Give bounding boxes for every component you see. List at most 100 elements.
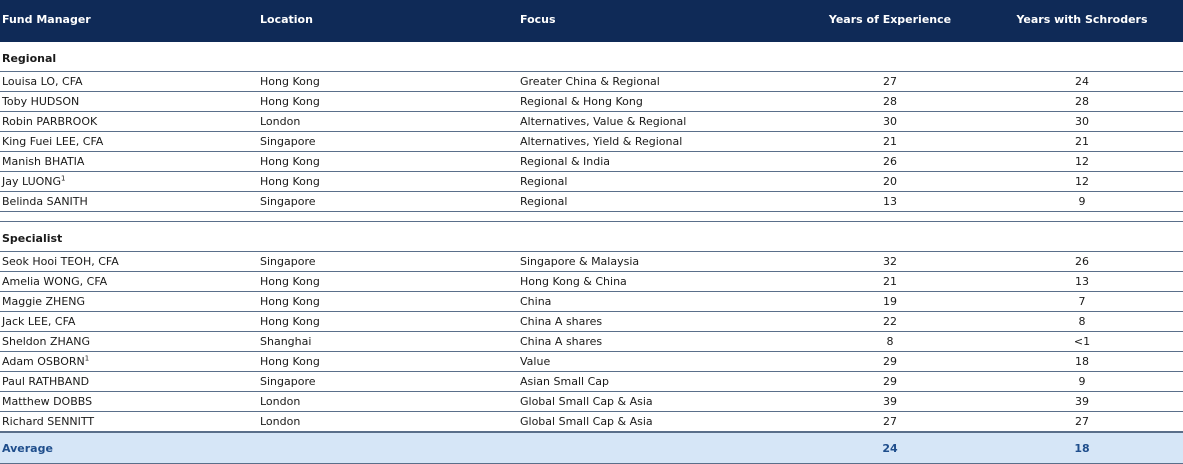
focus-cell: Hong Kong & China: [520, 275, 627, 288]
fund-manager-name: King Fuei LEE, CFA: [2, 135, 104, 148]
years-schroders-cell: 13: [1075, 275, 1089, 288]
years-experience-cell: 20: [883, 175, 897, 188]
average-label: Average: [2, 442, 53, 455]
focus-cell: Asian Small Cap: [520, 375, 609, 388]
location-cell: Singapore: [260, 135, 316, 148]
focus-cell: Regional: [520, 195, 568, 208]
header-focus: Focus: [520, 13, 556, 26]
years-schroders-cell: 24: [1075, 75, 1089, 88]
location-cell: Singapore: [260, 375, 316, 388]
fund-manager-cell: Matthew DOBBS: [2, 395, 92, 408]
fund-manager-name: Amelia WONG, CFA: [2, 275, 108, 288]
focus-cell: Alternatives, Yield & Regional: [520, 135, 683, 148]
table-row: Jay LUONG1 Hong Kong Regional 20 12: [0, 172, 1183, 192]
fund-manager-cell: Robin PARBROOK: [2, 115, 97, 128]
fund-manager-name: Manish BHATIA: [2, 155, 85, 168]
table-row: Toby HUDSON Hong Kong Regional & Hong Kong…: [0, 92, 1183, 112]
average-experience: 24: [882, 442, 898, 455]
fund-manager-name: Louisa LO, CFA: [2, 75, 83, 88]
years-experience-cell: 19: [883, 295, 897, 308]
table-row: Matthew DOBBS London Global Small Cap & As…: [0, 392, 1183, 412]
fund-manager-name: Jack LEE, CFA: [2, 315, 76, 328]
table-row: Seok Hooi TEOH, CFA Singapore Singapore & …: [0, 252, 1183, 272]
years-experience-cell: 29: [883, 355, 897, 368]
focus-cell: Global Small Cap & Asia: [520, 415, 653, 428]
section-title: Regional: [2, 52, 57, 65]
section-header-row: Regional: [0, 42, 1183, 72]
years-schroders-cell: 9: [1078, 195, 1086, 208]
focus-cell: Greater China & Regional: [520, 75, 660, 88]
fund-manager-cell: Maggie ZHENG: [2, 295, 85, 308]
focus-cell: Value: [520, 355, 551, 368]
years-schroders-cell: 12: [1075, 155, 1089, 168]
table-body: Regional Louisa LO, CFA Hong Kong Greater C…: [0, 42, 1183, 432]
table-row: Adam OSBORN1 Hong Kong Value 29 18: [0, 352, 1183, 372]
location-cell: Hong Kong: [260, 95, 320, 108]
table-row: Richard SENNITT London Global Small Cap & …: [0, 412, 1183, 432]
location-cell: Singapore: [260, 195, 316, 208]
fund-manager-cell: Jack LEE, CFA: [2, 315, 75, 328]
fund-manager-cell: Jay LUONG1: [2, 175, 66, 188]
fund-manager-table: Fund Manager Location Focus Years of Exp…: [0, 0, 1183, 464]
table-row: Belinda SANITH Singapore Regional 13 9: [0, 192, 1183, 212]
average-row: Average 24 18: [0, 432, 1183, 464]
location-cell: Hong Kong: [260, 295, 320, 308]
fund-manager-cell: King Fuei LEE, CFA: [2, 135, 103, 148]
focus-cell: Global Small Cap & Asia: [520, 395, 653, 408]
years-schroders-cell: 30: [1075, 115, 1089, 128]
table-row: Paul RATHBAND Singapore Asian Small Cap 29 9: [0, 372, 1183, 392]
years-schroders-cell: 18: [1075, 355, 1089, 368]
years-experience-cell: 26: [883, 155, 897, 168]
years-schroders-cell: 21: [1075, 135, 1089, 148]
location-cell: Hong Kong: [260, 175, 320, 188]
years-experience-cell: 27: [883, 415, 897, 428]
years-schroders-cell: 28: [1075, 95, 1089, 108]
years-experience-cell: 27: [883, 75, 897, 88]
fund-manager-cell: Toby HUDSON: [2, 95, 79, 108]
focus-cell: China: [520, 295, 552, 308]
average-schroders: 18: [1074, 442, 1090, 455]
focus-cell: Regional & India: [520, 155, 611, 168]
years-schroders-cell: <1: [1073, 335, 1091, 348]
section-spacer: [0, 212, 1183, 222]
fund-manager-cell: Richard SENNITT: [2, 415, 94, 428]
table-row: Maggie ZHENG Hong Kong China 19 7: [0, 292, 1183, 312]
focus-cell: Regional: [520, 175, 568, 188]
table-row: Sheldon ZHANG Shanghai China A shares 8 <1: [0, 332, 1183, 352]
fund-manager-cell: Belinda SANITH: [2, 195, 88, 208]
location-cell: London: [260, 115, 301, 128]
header-years-experience: Years of Experience: [828, 13, 952, 26]
focus-cell: Singapore & Malaysia: [520, 255, 640, 268]
years-experience-cell: 29: [883, 375, 897, 388]
years-experience-cell: 8: [886, 335, 894, 348]
years-experience-cell: 32: [883, 255, 897, 268]
years-experience-cell: 22: [883, 315, 897, 328]
footnote-marker: 1: [61, 174, 66, 183]
section-title: Specialist: [2, 232, 63, 245]
years-schroders-cell: 12: [1075, 175, 1089, 188]
location-cell: Hong Kong: [260, 155, 320, 168]
years-experience-cell: 21: [883, 135, 897, 148]
fund-manager-name: Sheldon ZHANG: [2, 335, 91, 348]
years-experience-cell: 30: [883, 115, 897, 128]
fund-manager-name: Richard SENNITT: [2, 415, 95, 428]
table-row: Louisa LO, CFA Hong Kong Greater China & R…: [0, 72, 1183, 92]
fund-manager-name: Belinda SANITH: [2, 195, 88, 208]
location-cell: Hong Kong: [260, 275, 320, 288]
table-row: King Fuei LEE, CFA Singapore Alternatives,…: [0, 132, 1183, 152]
focus-cell: Regional & Hong Kong: [520, 95, 643, 108]
focus-cell: China A shares: [520, 315, 603, 328]
location-cell: London: [260, 395, 301, 408]
fund-manager-name: Seok Hooi TEOH, CFA: [2, 255, 119, 268]
focus-cell: China A shares: [520, 335, 603, 348]
fund-manager-name: Toby HUDSON: [2, 95, 80, 108]
location-cell: Hong Kong: [260, 75, 320, 88]
table-header: Fund Manager Location Focus Years of Exp…: [0, 0, 1183, 42]
years-schroders-cell: 39: [1075, 395, 1089, 408]
years-schroders-cell: 26: [1075, 255, 1089, 268]
years-experience-cell: 39: [883, 395, 897, 408]
focus-cell: Alternatives, Value & Regional: [520, 115, 687, 128]
location-cell: Hong Kong: [260, 315, 320, 328]
fund-manager-name: Robin PARBROOK: [2, 115, 98, 128]
section-header-row: Specialist: [0, 222, 1183, 252]
